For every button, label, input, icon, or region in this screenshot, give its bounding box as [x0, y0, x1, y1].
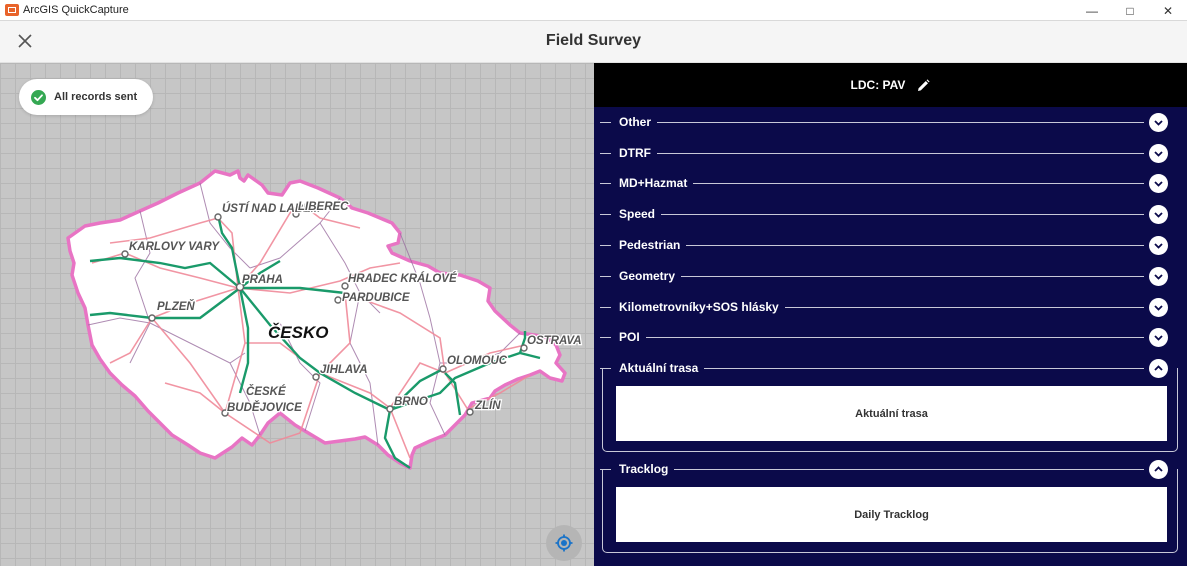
project-header: LDC: PAV — [594, 63, 1187, 107]
group-label: DTRF — [619, 146, 651, 160]
city-label-pardubice: PARDUBICE — [342, 292, 410, 304]
group-speed[interactable]: Speed — [600, 204, 1168, 224]
chevron-down-icon[interactable] — [1149, 204, 1168, 224]
group-line-left — [600, 152, 611, 154]
group-line-left — [600, 244, 611, 246]
group-tracklog[interactable]: Tracklog — [600, 459, 1168, 479]
group-label: MD+Hazmat — [619, 176, 688, 190]
group-line-right — [657, 121, 1144, 123]
map-view[interactable]: ÚSTÍ NAD LABEM LIBEREC KARLOVY VARY PRAH… — [0, 63, 594, 566]
capture-button-daily-tracklog[interactable]: Daily Tracklog — [616, 487, 1167, 542]
window-controls: — □ ✕ — [1073, 0, 1187, 21]
group-pedestrian[interactable]: Pedestrian — [600, 235, 1168, 255]
city-label-karlovy-vary: KARLOVY VARY — [129, 241, 220, 253]
pencil-icon — [918, 78, 931, 91]
crosshair-location-icon — [555, 534, 573, 552]
group-line-right — [693, 182, 1144, 184]
status-toast-text: All records sent — [54, 91, 138, 103]
group-line-right — [686, 244, 1144, 246]
window-title: ArcGIS QuickCapture — [23, 4, 129, 16]
group-line-right — [681, 275, 1144, 277]
chevron-down-icon[interactable] — [1149, 143, 1168, 163]
minimize-button[interactable]: — — [1073, 0, 1111, 21]
group-label: POI — [619, 330, 640, 344]
window-close-button[interactable]: ✕ — [1149, 0, 1187, 21]
group-line-left — [600, 306, 611, 308]
group-box-tracklog: Daily Tracklog — [602, 469, 1178, 553]
project-title: LDC: PAV — [850, 78, 906, 92]
group-line-left — [600, 367, 611, 369]
group-line-right — [657, 152, 1144, 154]
group-geometry[interactable]: Geometry — [600, 266, 1168, 286]
group-box-aktualni-trasa: Aktuální trasa — [602, 368, 1178, 452]
chevron-up-icon[interactable] — [1149, 459, 1168, 479]
group-line-left — [600, 275, 611, 277]
app-logo-icon — [5, 4, 19, 16]
chevron-down-icon[interactable] — [1149, 297, 1168, 317]
check-circle-icon — [31, 89, 46, 105]
page-title: Field Survey — [545, 32, 642, 49]
group-other[interactable]: Other — [600, 112, 1168, 132]
city-label-praha: PRAHA — [242, 274, 283, 286]
group-label: Kilometrovníky+SOS hlásky — [619, 300, 779, 314]
city-label-olomouc: OLOMOUC — [447, 355, 508, 367]
city-label-ceske: ČESKÉ — [246, 385, 286, 398]
group-label: Tracklog — [619, 462, 669, 476]
group-line-right — [704, 367, 1144, 369]
group-line-right — [645, 336, 1144, 338]
chevron-down-icon[interactable] — [1149, 235, 1168, 255]
city-label-jihlava: JIHLAVA — [320, 364, 368, 376]
group-label: Geometry — [619, 269, 676, 283]
capture-panel: LDC: PAV Other DTRF MD+Hazmat Speed Pede… — [594, 63, 1187, 566]
group-line-left — [600, 182, 611, 184]
locate-me-button[interactable] — [546, 525, 582, 561]
group-label: Other — [619, 115, 652, 129]
city-label-plzen: PLZEŇ — [157, 300, 195, 313]
group-md-hazmat[interactable]: MD+Hazmat — [600, 173, 1168, 193]
country-label: ČESKO — [268, 323, 328, 342]
group-line-left — [600, 468, 611, 470]
city-label-budejovice: BUDĚJOVICE — [227, 401, 302, 414]
group-label: Speed — [619, 207, 656, 221]
capture-button-aktualni-trasa[interactable]: Aktuální trasa — [616, 386, 1167, 441]
status-toast: All records sent — [19, 79, 154, 115]
group-label: Pedestrian — [619, 238, 681, 252]
group-poi[interactable]: POI — [600, 327, 1168, 347]
chevron-down-icon[interactable] — [1149, 327, 1168, 347]
city-label-brno: BRNO — [394, 396, 428, 408]
maximize-button[interactable]: □ — [1111, 0, 1149, 21]
group-line-left — [600, 336, 611, 338]
window-title-bar: ArcGIS QuickCapture — □ ✕ — [0, 0, 1187, 21]
edit-project-button[interactable] — [917, 78, 931, 92]
city-label-liberec: LIBEREC — [298, 201, 349, 213]
group-line-left — [600, 213, 611, 215]
map-canvas: ÚSTÍ NAD LABEM LIBEREC KARLOVY VARY PRAH… — [66, 169, 583, 470]
group-label: Aktuální trasa — [619, 361, 699, 375]
group-line-right — [661, 213, 1144, 215]
group-line-right — [784, 306, 1144, 308]
chevron-up-icon[interactable] — [1149, 358, 1168, 378]
city-label-ostrava: OSTRAVA — [527, 335, 582, 347]
chevron-down-icon[interactable] — [1149, 266, 1168, 286]
group-line-right — [674, 468, 1144, 470]
city-label-hradec: HRADEC KRÁLOVÉ — [348, 272, 457, 285]
group-line-left — [600, 121, 611, 123]
group-kilometrovniky[interactable]: Kilometrovníky+SOS hlásky — [600, 297, 1168, 317]
chevron-down-icon[interactable] — [1149, 112, 1168, 132]
group-dtrf[interactable]: DTRF — [600, 143, 1168, 163]
chevron-down-icon[interactable] — [1149, 173, 1168, 193]
city-label-zlin: ZLÍN — [474, 399, 501, 412]
group-aktualni-trasa[interactable]: Aktuální trasa — [600, 358, 1168, 378]
app-header: Field Survey — [0, 21, 1187, 63]
